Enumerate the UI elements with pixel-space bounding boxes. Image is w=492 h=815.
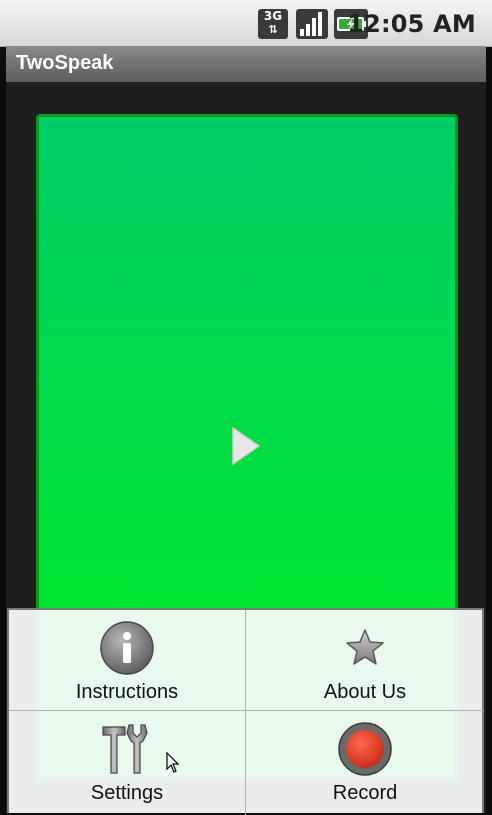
- menu-label-record: Record: [332, 782, 398, 804]
- signal-icon: [296, 9, 328, 39]
- status-bar: 3G ⇅ 12:05 AM: [0, 0, 492, 47]
- menu-label-instructions: Instructions: [75, 681, 179, 703]
- menu-label-settings: Settings: [90, 782, 164, 804]
- menu-item-record[interactable]: Record: [246, 711, 484, 815]
- tools-icon: [102, 724, 148, 774]
- menu-item-instructions[interactable]: Instructions: [9, 610, 246, 711]
- 3g-icon: 3G ⇅: [258, 9, 288, 39]
- star-icon: [346, 629, 384, 665]
- mouse-pointer-icon: [166, 752, 180, 773]
- app-title-bar: TwoSpeak: [6, 46, 486, 82]
- record-icon: [338, 722, 392, 776]
- app-title: TwoSpeak: [16, 52, 114, 74]
- clock: 12:05 AM: [347, 10, 476, 38]
- play-icon[interactable]: [230, 426, 262, 466]
- info-icon: [100, 621, 154, 675]
- menu-label-about-us: About Us: [323, 681, 407, 703]
- menu-item-settings[interactable]: Settings: [9, 711, 246, 815]
- options-menu: Instructions About Us Settings Record: [7, 608, 484, 815]
- network-type: 3G: [263, 9, 283, 23]
- menu-item-about-us[interactable]: About Us: [246, 610, 484, 711]
